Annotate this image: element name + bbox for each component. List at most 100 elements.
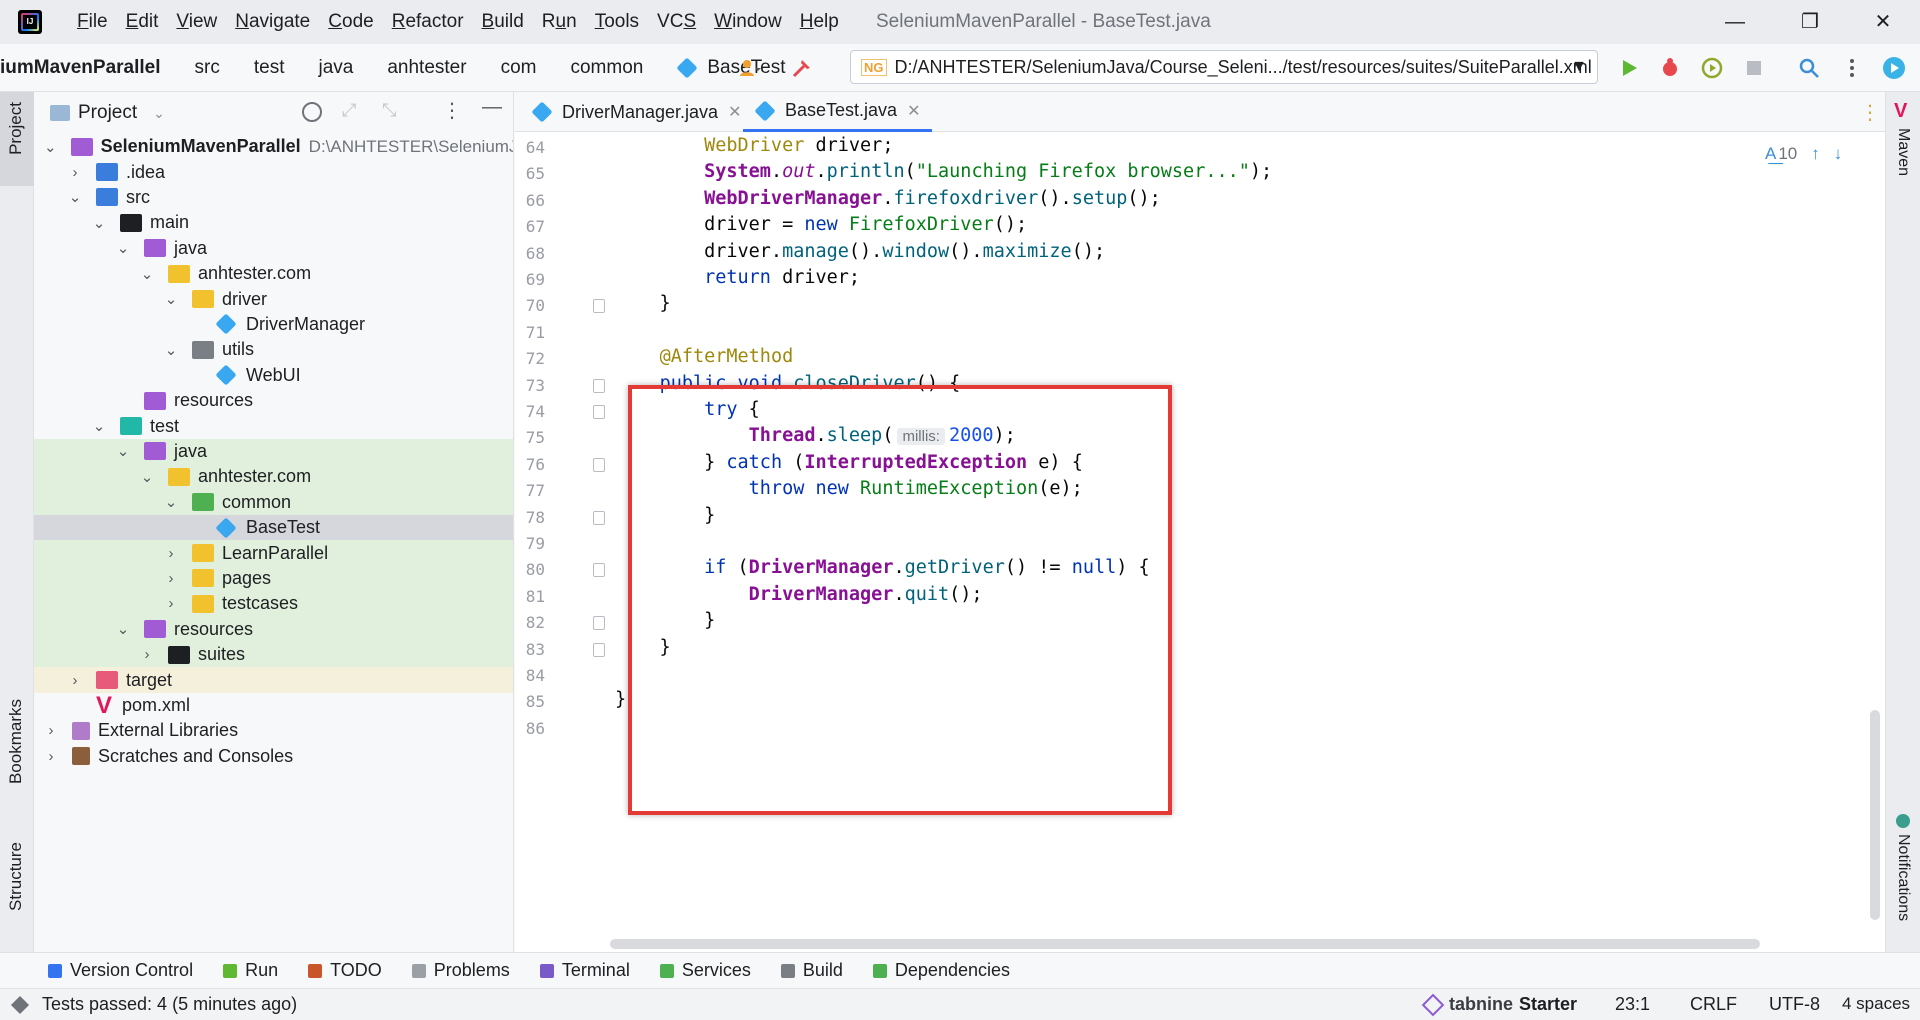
chevron-right-icon[interactable]: › [44, 722, 58, 739]
menu-item[interactable]: Window [705, 11, 791, 33]
tree-item[interactable]: resources [34, 388, 513, 413]
caret-position[interactable]: 23:1 [1615, 994, 1650, 1015]
tree-item[interactable]: ⌄ java [34, 438, 513, 465]
breadcrumb-item[interactable]: anhtester [387, 57, 466, 79]
tool-window-button[interactable]: Terminal [539, 960, 630, 981]
code-with-me-icon[interactable] [1882, 56, 1906, 80]
expand-all-icon[interactable]: ⤢ [342, 100, 356, 121]
tree-item[interactable]: ⌄ main [34, 210, 513, 235]
tab-options-icon[interactable]: ⋮ [1860, 100, 1880, 125]
maven-tool-tab[interactable]: Maven [1894, 128, 1912, 176]
chevron-down-icon[interactable]: ⌄ [140, 468, 154, 486]
chevron-down-icon[interactable]: ⌄ [116, 239, 130, 257]
fold-marker-icon[interactable] [593, 563, 605, 578]
menu-item[interactable]: File [68, 11, 117, 33]
project-tool-tab[interactable]: Project [6, 102, 26, 155]
chevron-down-icon[interactable]: ⌄ [92, 417, 106, 435]
fold-marker-icon[interactable] [593, 378, 605, 393]
code-line[interactable]: WebDriver driver; [615, 135, 893, 156]
tree-item[interactable]: › pages [34, 565, 513, 592]
minimize-button[interactable]: — [1720, 8, 1750, 36]
tool-window-button[interactable]: Version Control [48, 960, 193, 981]
menu-item[interactable]: Refactor [383, 11, 473, 33]
stop-icon[interactable] [1742, 56, 1766, 80]
code-line[interactable]: return driver; [615, 267, 860, 288]
tree-item[interactable]: › LearnParallel [34, 540, 513, 566]
status-message[interactable]: Tests passed: 4 (5 minutes ago) [42, 994, 297, 1015]
chevron-right-icon[interactable]: › [68, 164, 82, 181]
previous-highlight-icon[interactable]: ↑ [1811, 144, 1820, 164]
tree-item[interactable]: ⌄ java [34, 236, 513, 261]
next-highlight-icon[interactable]: ↓ [1834, 144, 1843, 164]
tree-item[interactable]: ⌄ anhtester.com [34, 464, 513, 490]
search-icon[interactable] [1797, 56, 1821, 80]
chevron-right-icon[interactable]: › [164, 595, 178, 612]
tool-window-button[interactable]: Run [223, 960, 278, 981]
inspection-widget[interactable]: A͟ 10 ↑ ↓ [1765, 144, 1842, 164]
menu-item[interactable]: Edit [117, 11, 168, 33]
run-configuration-select[interactable]: NG D:/ANHTESTER/SeleniumJava/Course_Sele… [850, 50, 1598, 84]
chevron-down-icon[interactable]: ⌄ [92, 214, 106, 232]
fold-marker-icon[interactable] [593, 299, 605, 314]
chevron-right-icon[interactable]: › [44, 748, 58, 765]
breadcrumb-item[interactable]: iumMavenParallel [0, 57, 161, 79]
code-line[interactable]: @AfterMethod [615, 346, 794, 367]
tab-driver-manager[interactable]: DriverManager.java ✕ [520, 92, 753, 132]
chevron-down-icon[interactable]: ⌄ [68, 188, 82, 206]
close-button[interactable]: ✕ [1868, 8, 1898, 36]
menu-item[interactable]: Tools [586, 11, 648, 33]
line-ending[interactable]: CRLF [1690, 994, 1737, 1015]
tool-window-button[interactable]: Problems [411, 960, 510, 981]
tree-item[interactable]: ⌄ test [34, 413, 513, 438]
tree-item[interactable]: › target [34, 667, 513, 693]
select-opened-file-icon[interactable] [302, 102, 322, 122]
build-hammer-icon[interactable] [790, 56, 814, 80]
structure-tool-tab[interactable]: Structure [6, 842, 26, 911]
tree-item[interactable]: ⌄ utils [34, 337, 513, 362]
menu-item[interactable]: Code [319, 11, 382, 33]
tree-item[interactable]: ⌄ driver [34, 286, 513, 311]
chevron-down-icon[interactable]: ⌄ [116, 442, 130, 460]
code-line[interactable]: } [615, 689, 626, 710]
horizontal-scrollbar[interactable] [610, 939, 1760, 949]
run-icon[interactable] [1617, 56, 1641, 80]
tree-item[interactable]: ⌄ SeleniumMavenParallel D:\ANHTESTER\Selen… [34, 134, 513, 159]
fold-marker-icon[interactable] [593, 616, 605, 631]
bookmarks-tool-tab[interactable]: Bookmarks [6, 699, 26, 784]
chevron-right-icon[interactable]: › [164, 570, 178, 587]
breadcrumb-item[interactable]: java [318, 57, 353, 79]
breadcrumb-item[interactable]: com [501, 57, 537, 79]
menu-item[interactable]: Build [473, 11, 533, 33]
notifications-tool-tab[interactable]: Notifications [1894, 834, 1912, 921]
tree-item[interactable]: ⌄ src [34, 185, 513, 210]
chevron-down-icon[interactable]: ⌄ [140, 265, 154, 283]
breadcrumb-item[interactable]: src [195, 57, 220, 79]
breadcrumb-item[interactable]: common [570, 57, 643, 79]
tool-window-button[interactable]: Dependencies [872, 960, 1010, 981]
tree-item[interactable]: › testcases [34, 591, 513, 617]
tree-item[interactable]: ⌄ anhtester.com [34, 261, 513, 286]
more-options-icon[interactable] [1840, 56, 1864, 80]
chevron-down-icon[interactable]: ⌄ [164, 290, 178, 308]
hide-panel-icon[interactable]: — [482, 96, 502, 119]
tab-base-test[interactable]: BaseTest.java ✕ [743, 92, 933, 132]
fold-marker-icon[interactable] [593, 510, 605, 525]
tree-item[interactable]: DriverManager [34, 312, 513, 337]
options-icon[interactable]: ⋮ [442, 98, 462, 123]
menu-item[interactable]: Navigate [226, 11, 319, 33]
menu-item[interactable]: View [167, 11, 226, 33]
chevron-down-icon[interactable]: ⌄ [153, 105, 165, 122]
fold-marker-icon[interactable] [593, 457, 605, 472]
indent-setting[interactable]: 4 spaces [1842, 994, 1910, 1014]
fold-marker-icon[interactable] [593, 405, 605, 419]
tree-item[interactable]: ⌄ resources [34, 616, 513, 642]
project-view-title[interactable]: Project [78, 102, 137, 124]
menu-item[interactable]: Help [791, 11, 848, 33]
chevron-right-icon[interactable]: › [140, 646, 154, 663]
collapse-all-icon[interactable]: ⤡ [382, 100, 396, 121]
tree-item[interactable]: › External Libraries [34, 718, 513, 743]
tool-window-button[interactable]: TODO [308, 960, 382, 981]
users-icon[interactable] [738, 56, 762, 80]
file-encoding[interactable]: UTF-8 [1769, 994, 1820, 1015]
code-line[interactable]: System.out.println("Launching Firefox br… [615, 161, 1272, 182]
